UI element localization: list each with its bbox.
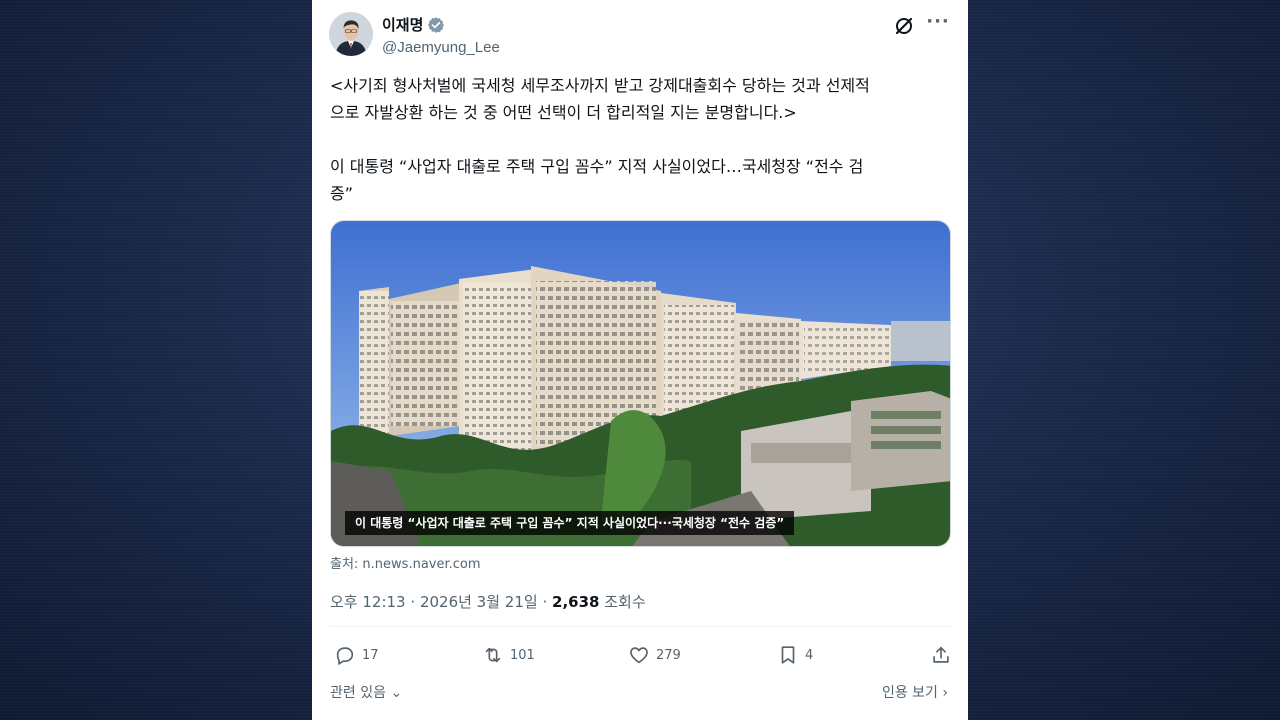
- bookmark-count: 4: [805, 647, 814, 663]
- heart-icon: [630, 647, 648, 664]
- reply-count: 17: [362, 647, 379, 663]
- meta-separator: ·: [542, 593, 553, 611]
- grok-icon[interactable]: [894, 16, 914, 36]
- bookmark-button[interactable]: 4: [777, 644, 813, 666]
- author-names: 이재명 @Jaemyung_Lee: [382, 14, 500, 56]
- tweet-meta: 오후 12:13 · 2026년 3월 21일 · 2,638 조회수: [330, 591, 646, 612]
- quotes-label: 인용 보기: [881, 685, 938, 701]
- divider: [330, 626, 952, 627]
- media-caption: 이 대통령 “사업자 대출로 주택 구입 꼼수” 지적 사실이었다···국세청장…: [345, 511, 795, 535]
- tweet-text: <사기죄 형사처벌에 국세청 세무조사까지 받고 강제대출회수 당하는 것과 선…: [330, 76, 870, 203]
- more-icon[interactable]: ···: [926, 13, 950, 34]
- like-button[interactable]: 279: [628, 644, 681, 666]
- bookmark-icon: [781, 646, 795, 664]
- reply-icon: [336, 647, 354, 666]
- retweet-button[interactable]: 101: [482, 644, 535, 666]
- views-label: 조회수: [604, 593, 646, 611]
- retweet-count: 101: [510, 647, 535, 663]
- tweet-date[interactable]: 2026년 3월 21일: [420, 593, 538, 611]
- tweet-time[interactable]: 오후 12:13: [330, 593, 406, 611]
- verified-badge-icon: [427, 16, 445, 34]
- apartment-photo: [331, 221, 950, 546]
- view-quotes-link[interactable]: 인용 보기 ›: [882, 682, 948, 702]
- related-label: 관련 있음: [330, 685, 386, 701]
- chevron-right-icon: ›: [942, 685, 948, 701]
- avatar[interactable]: [329, 12, 373, 56]
- tweet-media[interactable]: 이 대통령 “사업자 대출로 주택 구입 꼼수” 지적 사실이었다···국세청장…: [330, 220, 951, 547]
- author-display-name[interactable]: 이재명: [382, 14, 423, 35]
- author-display-name-row[interactable]: 이재명: [382, 14, 445, 35]
- tweet-footer: 관련 있음 ⌄ 인용 보기 ›: [330, 682, 952, 702]
- author-handle[interactable]: @Jaemyung_Lee: [382, 39, 500, 56]
- link-source[interactable]: 출처: n.news.naver.com: [330, 553, 481, 572]
- related-link[interactable]: 관련 있음 ⌄: [330, 682, 402, 702]
- retweet-icon: [485, 647, 501, 663]
- like-count: 279: [656, 647, 681, 663]
- share-button[interactable]: [930, 644, 952, 666]
- tweet-header: 이재명 @Jaemyung_Lee ···: [329, 12, 952, 60]
- reply-button[interactable]: 17: [334, 644, 379, 666]
- share-icon: [933, 646, 949, 663]
- chevron-down-icon: ⌄: [390, 685, 403, 701]
- meta-separator: ·: [410, 593, 420, 611]
- action-bar: 17 101 279 4: [330, 644, 952, 672]
- tweet-card: 이재명 @Jaemyung_Lee ··· <사기죄 형사처벌에 국세청 세무조…: [312, 0, 968, 720]
- views-count: 2,638: [552, 593, 600, 611]
